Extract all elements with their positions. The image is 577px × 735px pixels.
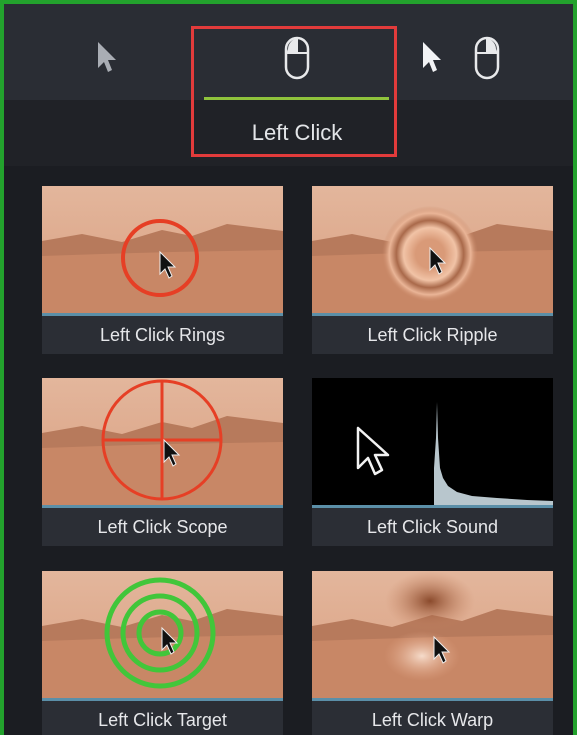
tab-cursor-effects[interactable] [64, 4, 174, 100]
cursor-arrow-icon [95, 40, 121, 79]
effect-thumbnail [42, 186, 283, 316]
effects-grid: Left Click Rings Left Click Ripple Left … [4, 166, 573, 735]
effects-panel: Left Click Left Click Rings Left Click R… [0, 0, 577, 735]
tab-right-click[interactable] [414, 4, 524, 100]
tab-label-left-click: Left Click [251, 120, 343, 145]
mouse-icon [474, 36, 500, 85]
effect-thumbnail [42, 571, 283, 701]
tab-left-click[interactable] [204, 4, 389, 100]
cursor-arrow-icon [420, 40, 446, 79]
effect-thumbnail [312, 378, 553, 508]
cursor-effects-toolbar [4, 4, 573, 100]
mouse-icon [284, 36, 310, 85]
effect-thumbnail [312, 571, 553, 701]
effect-label: Left Click Warp [312, 701, 553, 735]
effect-thumbnail [42, 378, 283, 508]
effect-thumbnail [312, 186, 553, 316]
effect-label: Left Click Scope [42, 508, 283, 546]
effect-label: Left Click Ripple [312, 316, 553, 354]
effect-label: Left Click Sound [312, 508, 553, 546]
effect-label: Left Click Rings [42, 316, 283, 354]
effect-label: Left Click Target [42, 701, 283, 735]
